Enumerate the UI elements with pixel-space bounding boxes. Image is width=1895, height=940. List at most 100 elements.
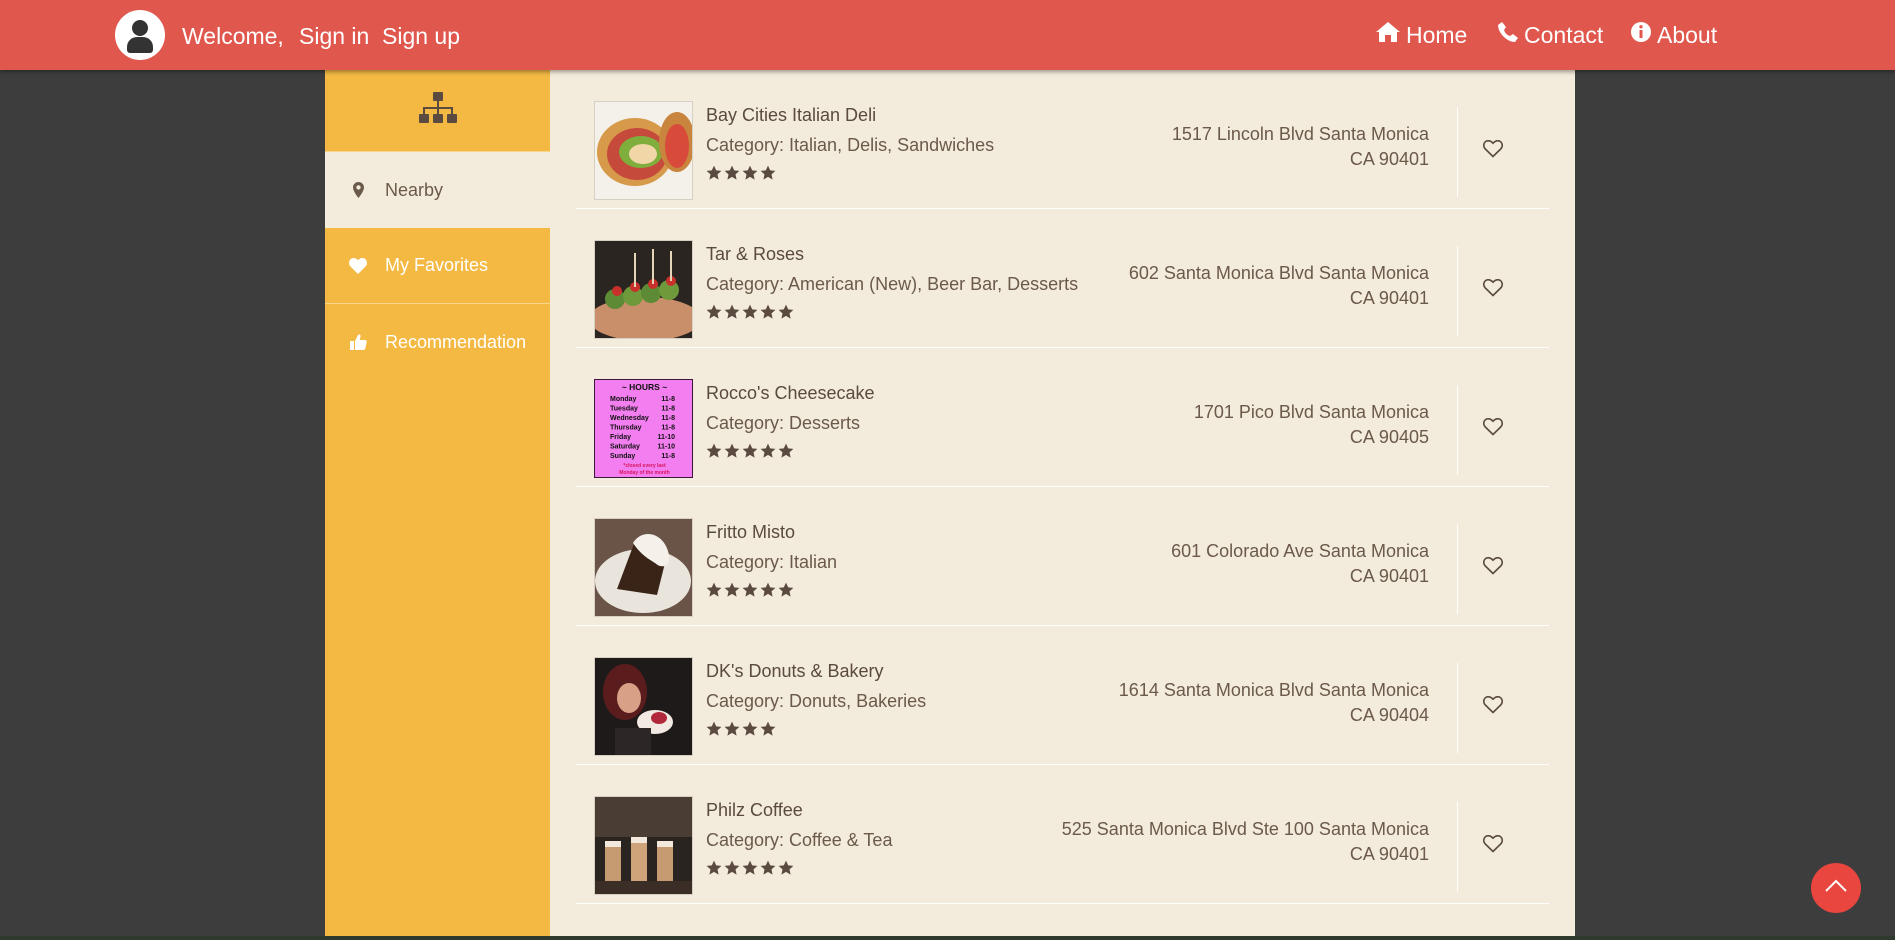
- hours-time: 11-8: [661, 453, 675, 460]
- favorite-heart-icon[interactable]: [1482, 417, 1504, 441]
- restaurant-photo[interactable]: [594, 657, 693, 756]
- user-avatar-icon[interactable]: [115, 10, 165, 60]
- page-bottom-edge: [0, 936, 1895, 940]
- nav-about-label: About: [1657, 22, 1718, 48]
- hours-time: 11-8: [661, 406, 675, 413]
- sidebar-item-nearby[interactable]: Nearby: [325, 152, 550, 228]
- rating-stars: [706, 582, 794, 598]
- favorite-heart-icon[interactable]: [1482, 556, 1504, 580]
- address-line-1: 1701 Pico Blvd Santa Monica: [1193, 402, 1429, 422]
- nav-contact-label: Contact: [1524, 22, 1604, 48]
- hours-note: *closed every last: [623, 463, 666, 469]
- restaurant-address: 601 Colorado Ave Santa Monica CA 90401: [1171, 539, 1429, 589]
- list-item: Bay Cities Italian Deli Category: Italia…: [576, 70, 1549, 209]
- hours-day: Wednesday: [610, 415, 649, 422]
- restaurant-category: Category: American (New), Beer Bar, Dess…: [706, 274, 1079, 294]
- star-icon: [706, 721, 722, 736]
- sidebar-header: [325, 70, 550, 152]
- restaurant-name[interactable]: DK's Donuts & Bakery: [706, 660, 884, 682]
- hours-day: Tuesday: [610, 406, 638, 413]
- divider: [1457, 663, 1458, 753]
- hours-sign-title: ~ HOURS ~: [622, 382, 667, 392]
- restaurant-name[interactable]: Rocco's Cheesecake: [706, 382, 875, 404]
- restaurant-photo[interactable]: [594, 240, 693, 339]
- restaurant-category: Category: Coffee & Tea: [706, 830, 893, 850]
- restaurant-photo[interactable]: [594, 101, 693, 200]
- top-navbar: Welcome, Sign in Sign up Home Contact Ab…: [0, 0, 1895, 70]
- sign-in-link[interactable]: Sign in: [299, 22, 369, 50]
- favorite-heart-icon[interactable]: [1482, 278, 1504, 302]
- star-icon: [778, 304, 794, 319]
- hours-note: Monday of the month: [619, 470, 670, 476]
- star-icon: [760, 304, 776, 319]
- info-icon: [1630, 21, 1657, 49]
- restaurant-address: 1701 Pico Blvd Santa Monica CA 90405: [1194, 400, 1429, 450]
- rating-stars: [706, 165, 776, 181]
- star-icon: [778, 860, 794, 875]
- star-icon: [760, 860, 776, 875]
- address-line-1: 1614 Santa Monica Blvd Santa Monica: [1118, 680, 1429, 700]
- restaurant-name[interactable]: Fritto Misto: [706, 521, 795, 543]
- star-icon: [742, 582, 758, 597]
- divider: [1457, 385, 1458, 475]
- restaurant-name[interactable]: Philz Coffee: [706, 799, 803, 821]
- sign-up-link[interactable]: Sign up: [382, 22, 460, 50]
- sidebar: Nearby My Favorites Recommendation: [325, 70, 550, 940]
- restaurant-photo[interactable]: ~ HOURS ~ Monday 11-8 Tuesday 11-8 Wedne…: [594, 379, 693, 478]
- restaurant-address: 1517 Lincoln Blvd Santa Monica CA 90401: [1172, 122, 1429, 172]
- address-line-1: 601 Colorado Ave Santa Monica: [1171, 541, 1429, 561]
- address-line-1: 525 Santa Monica Blvd Ste 100 Santa Moni…: [1061, 819, 1429, 839]
- star-icon: [706, 304, 722, 319]
- hours-time: 11-8: [661, 425, 675, 432]
- address-line-2: CA 90404: [1349, 705, 1429, 725]
- hours-time: 11-10: [657, 444, 675, 451]
- nav-about-link[interactable]: About: [1630, 21, 1717, 49]
- address-line-2: CA 90405: [1349, 427, 1429, 447]
- divider: [1457, 524, 1458, 614]
- star-icon: [742, 860, 758, 875]
- nav-home-link[interactable]: Home: [1375, 21, 1467, 49]
- hours-day: Saturday: [610, 444, 640, 451]
- list-item: Fritto Misto Category: Italian 601 Color…: [576, 487, 1549, 626]
- star-icon: [760, 165, 776, 180]
- favorite-heart-icon[interactable]: [1482, 139, 1504, 163]
- star-icon: [742, 721, 758, 736]
- sidebar-item-label: Recommendation: [385, 331, 527, 352]
- rating-stars: [706, 304, 794, 320]
- star-icon: [760, 582, 776, 597]
- address-line-1: 602 Santa Monica Blvd Santa Monica: [1128, 263, 1429, 283]
- star-icon: [742, 443, 758, 458]
- star-icon: [706, 443, 722, 458]
- star-icon: [778, 582, 794, 597]
- favorite-heart-icon[interactable]: [1482, 695, 1504, 719]
- restaurant-address: 602 Santa Monica Blvd Santa Monica CA 90…: [1129, 261, 1429, 311]
- star-icon: [760, 443, 776, 458]
- restaurant-address: 525 Santa Monica Blvd Ste 100 Santa Moni…: [1062, 817, 1429, 867]
- restaurant-name[interactable]: Bay Cities Italian Deli: [706, 104, 876, 126]
- address-line-2: CA 90401: [1349, 566, 1429, 586]
- heart-icon: [349, 257, 367, 274]
- favorite-heart-icon[interactable]: [1482, 834, 1504, 858]
- sidebar-item-recommendation[interactable]: Recommendation: [325, 304, 550, 380]
- hours-day: Thursday: [610, 425, 642, 432]
- chevron-up-icon: [1824, 879, 1848, 898]
- star-icon: [724, 443, 740, 458]
- hours-time: 11-8: [661, 396, 675, 403]
- nav-contact-link[interactable]: Contact: [1497, 21, 1603, 49]
- star-icon: [724, 860, 740, 875]
- sidebar-item-favorites[interactable]: My Favorites: [325, 228, 550, 304]
- address-line-1: 1517 Lincoln Blvd Santa Monica: [1171, 124, 1429, 144]
- restaurant-photo[interactable]: [594, 796, 693, 895]
- address-line-2: CA 90401: [1349, 844, 1429, 864]
- restaurant-category: Category: Italian: [706, 552, 838, 572]
- hours-time: 11-8: [661, 415, 675, 422]
- list-item: Tar & Roses Category: American (New), Be…: [576, 209, 1549, 348]
- restaurant-category: Category: Donuts, Bakeries: [706, 691, 927, 711]
- map-marker-icon: [349, 182, 367, 198]
- divider: [1457, 246, 1458, 336]
- star-icon: [706, 165, 722, 180]
- restaurant-photo[interactable]: [594, 518, 693, 617]
- restaurant-name[interactable]: Tar & Roses: [706, 243, 804, 265]
- scroll-to-top-button[interactable]: [1811, 863, 1861, 913]
- divider: [1457, 107, 1458, 197]
